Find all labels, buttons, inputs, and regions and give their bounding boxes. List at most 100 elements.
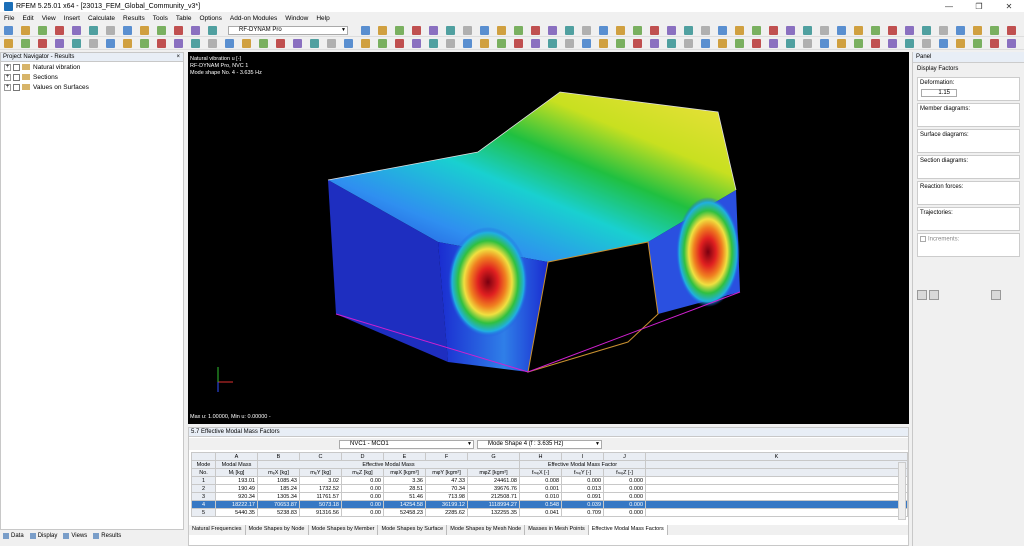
toolbar-button-icon[interactable] <box>769 26 778 35</box>
toolbar-button-icon[interactable] <box>463 39 472 48</box>
menu-window[interactable]: Window <box>285 15 308 22</box>
table-cell[interactable]: 0.039 <box>561 500 604 509</box>
table-cell[interactable]: 0.010 <box>519 492 562 501</box>
toolbar-button-icon[interactable] <box>378 39 387 48</box>
menu-addon-modules[interactable]: Add-on Modules <box>230 15 277 22</box>
toolbar-button-icon[interactable] <box>514 39 523 48</box>
toolbar-button-icon[interactable] <box>769 39 778 48</box>
toolbar-button-icon[interactable] <box>89 26 98 35</box>
table-cell[interactable]: 0.709 <box>561 508 604 517</box>
deformation-spinner[interactable]: 1.15 <box>921 89 957 97</box>
table-cell[interactable]: 0.00 <box>341 484 384 493</box>
toolbar-button-icon[interactable] <box>888 39 897 48</box>
toolbar-button-icon[interactable] <box>276 39 285 48</box>
toolbar-button-icon[interactable] <box>837 39 846 48</box>
table-cell[interactable]: 0.00 <box>341 476 384 485</box>
print-icon[interactable] <box>991 290 1001 300</box>
toolbar-button-icon[interactable] <box>157 39 166 48</box>
menu-view[interactable]: View <box>42 15 56 22</box>
table-cell[interactable]: 36199.12 <box>425 500 468 509</box>
toolbar-button-icon[interactable] <box>854 26 863 35</box>
table-cell[interactable]: 28.51 <box>383 484 426 493</box>
col-letter[interactable]: K <box>645 452 908 461</box>
toolbar-button-icon[interactable] <box>4 26 13 35</box>
toolbar-button-icon[interactable] <box>395 26 404 35</box>
toolbar-button-icon[interactable] <box>616 26 625 35</box>
toolbar-button-icon[interactable] <box>378 26 387 35</box>
toolbar-button-icon[interactable] <box>361 39 370 48</box>
table-cell[interactable]: 18222.17 <box>215 500 258 509</box>
menu-file[interactable]: File <box>4 15 14 22</box>
table-cell[interactable]: 1732.52 <box>299 484 342 493</box>
toolbar-button-icon[interactable] <box>395 39 404 48</box>
increments-checkbox[interactable] <box>920 236 926 242</box>
tab-natural-frequencies[interactable]: Natural Frequencies <box>189 525 246 535</box>
toolbar-button-icon[interactable] <box>871 26 880 35</box>
toolbar-button-icon[interactable] <box>701 39 710 48</box>
toolbar-button-icon[interactable] <box>174 39 183 48</box>
toolbar-button-icon[interactable] <box>905 39 914 48</box>
toolbar-button-icon[interactable] <box>174 26 183 35</box>
toolbar-button-icon[interactable] <box>106 39 115 48</box>
close-button[interactable]: ✕ <box>994 2 1024 11</box>
toolbar-button-icon[interactable] <box>820 26 829 35</box>
table-cell[interactable]: 185.24 <box>257 484 300 493</box>
menu-edit[interactable]: Edit <box>22 15 33 22</box>
col-letter[interactable]: F <box>425 452 468 461</box>
toolbar-button-icon[interactable] <box>633 26 642 35</box>
tab-results[interactable]: Results <box>90 530 124 541</box>
color-scale-icon[interactable] <box>929 290 939 300</box>
toolbar-button-icon[interactable] <box>718 39 727 48</box>
table-row[interactable]: 4 18222.17 70653.87 5073.18 0.00 14254.58 3619… <box>191 500 908 509</box>
toolbar-button-icon[interactable] <box>72 26 81 35</box>
toolbar-button-icon[interactable] <box>361 26 370 35</box>
toolbar-button-icon[interactable] <box>38 39 47 48</box>
toolbar-button-icon[interactable] <box>327 39 336 48</box>
table-row[interactable]: 3 920.34 1305.34 11761.57 0.00 51.46 713.98 212… <box>191 492 908 501</box>
toolbar-button-icon[interactable] <box>446 26 455 35</box>
toolbar-button-icon[interactable] <box>548 26 557 35</box>
toolbar-button-icon[interactable] <box>684 26 693 35</box>
table-cell[interactable] <box>645 508 908 517</box>
col-letter[interactable]: E <box>383 452 426 461</box>
menu-insert[interactable]: Insert <box>64 15 80 22</box>
table-row[interactable]: 1 193.01 1085.43 3.02 0.00 3.36 47.33 24461.08 0… <box>191 476 908 485</box>
toolbar-button-icon[interactable] <box>242 39 251 48</box>
toolbar-button-icon[interactable] <box>939 39 948 48</box>
toolbar-button-icon[interactable] <box>531 26 540 35</box>
toolbar-button-icon[interactable] <box>38 26 47 35</box>
col-letter[interactable]: A <box>215 452 258 461</box>
module-combo[interactable]: RF-DYNAM Pro ▼ <box>228 26 348 35</box>
toolbar-button-icon[interactable] <box>310 39 319 48</box>
toolbar-button-icon[interactable] <box>208 39 217 48</box>
toolbar-button-icon[interactable] <box>990 39 999 48</box>
toolbar-button-icon[interactable] <box>429 26 438 35</box>
menu-help[interactable]: Help <box>316 15 329 22</box>
toolbar-button-icon[interactable] <box>1007 39 1016 48</box>
toolbar-button-icon[interactable] <box>922 26 931 35</box>
table-cell[interactable]: 0.091 <box>561 492 604 501</box>
toolbar-button-icon[interactable] <box>55 39 64 48</box>
toolbar-button-icon[interactable] <box>55 26 64 35</box>
table-cell[interactable]: 11761.57 <box>299 492 342 501</box>
table-cell[interactable]: 5238.83 <box>257 508 300 517</box>
toolbar-button-icon[interactable] <box>582 39 591 48</box>
tab-mode-shapes-by-node[interactable]: Mode Shapes by Node <box>246 525 309 535</box>
toolbar-button-icon[interactable] <box>871 39 880 48</box>
table-cell[interactable]: 91316.56 <box>299 508 342 517</box>
toolbar-button-icon[interactable] <box>140 39 149 48</box>
tab-data[interactable]: Data <box>0 530 27 541</box>
col-letter[interactable]: B <box>257 452 300 461</box>
row-number[interactable]: 2 <box>191 484 216 493</box>
table-cell[interactable]: 14254.58 <box>383 500 426 509</box>
col-letter[interactable]: I <box>561 452 604 461</box>
toolbar-button-icon[interactable] <box>973 26 982 35</box>
row-number[interactable]: 4 <box>191 500 216 509</box>
table-cell[interactable]: 52458.23 <box>383 508 426 517</box>
table-cell[interactable]: 0.000 <box>603 508 646 517</box>
table-cell[interactable]: 39676.76 <box>467 484 520 493</box>
model-viewport[interactable]: Natural vibration u [-] RF-DYNAM Pro, NV… <box>188 52 909 424</box>
col-letter[interactable]: G <box>467 452 520 461</box>
toolbar-button-icon[interactable] <box>1007 26 1016 35</box>
table-cell[interactable]: 5073.18 <box>299 500 342 509</box>
